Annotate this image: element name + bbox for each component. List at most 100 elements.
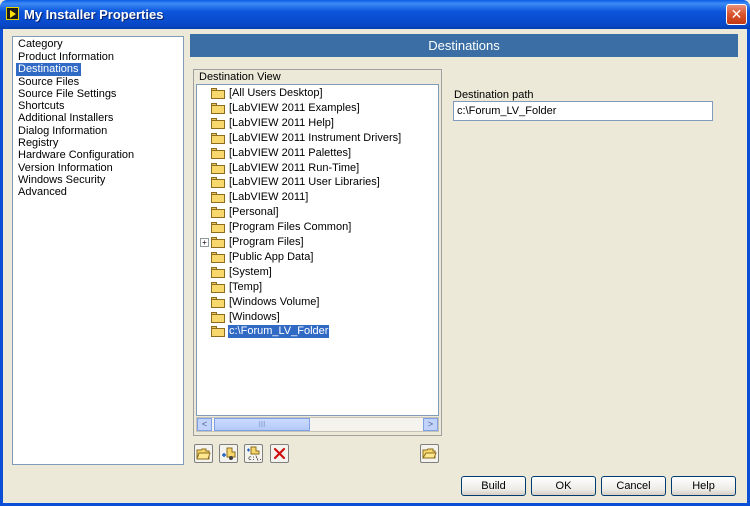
tree-item[interactable]: [LabVIEW 2011 User Libraries] <box>197 175 438 190</box>
window-frame-left <box>0 29 3 506</box>
folder-icon <box>211 207 225 219</box>
folder-icon <box>211 162 225 174</box>
destination-path-input[interactable] <box>453 101 713 121</box>
tree-item[interactable]: [LabVIEW 2011 Instrument Drivers] <box>197 131 438 146</box>
folder-icon <box>211 102 225 114</box>
ok-button[interactable]: OK <box>531 476 596 496</box>
folder-icon <box>211 266 225 278</box>
delete-icon <box>273 447 286 460</box>
tree-item[interactable]: [Windows Volume] <box>197 295 438 310</box>
folder-icon <box>211 192 225 204</box>
tree-item-label: [System] <box>229 265 272 278</box>
tree-item[interactable]: [LabVIEW 2011 Palettes] <box>197 146 438 161</box>
folder-icon <box>211 326 225 338</box>
horizontal-scrollbar[interactable]: < III > <box>196 417 439 432</box>
tree-item[interactable]: + [Program Files] <box>197 235 438 250</box>
category-item-label: Source Files <box>18 75 80 88</box>
tree-item-label: [LabVIEW 2011 Run-Time] <box>229 161 360 174</box>
destination-view-label: Destination View <box>199 71 281 83</box>
destination-tree[interactable]: [All Users Desktop] [LabVIEW 2011 Example… <box>196 84 439 416</box>
destination-path-label: Destination path <box>454 89 534 101</box>
tree-item[interactable]: [System] <box>197 265 438 280</box>
category-item[interactable]: Source Files <box>13 76 183 88</box>
category-item[interactable]: Windows Security <box>13 174 183 186</box>
category-item-label: Windows Security <box>18 173 106 186</box>
category-item-label: Source File Settings <box>18 87 117 100</box>
scroll-left-button[interactable]: < <box>197 418 212 431</box>
tree-item[interactable]: [LabVIEW 2011 Examples] <box>197 101 438 116</box>
folder-icon <box>211 237 225 248</box>
open-folder-icon <box>422 448 437 459</box>
tree-item-label: [LabVIEW 2011 Help] <box>229 116 334 129</box>
add-destination-icon <box>222 447 236 460</box>
category-item[interactable]: Registry <box>13 137 183 149</box>
svg-text:c:\..: c:\.. <box>248 455 261 461</box>
folder-icon <box>211 222 225 234</box>
category-item[interactable]: Product Information <box>13 51 183 63</box>
category-item[interactable]: Hardware Configuration <box>13 149 183 161</box>
tree-item-label: [LabVIEW 2011 Palettes] <box>229 146 352 159</box>
category-item-label: Registry <box>18 137 59 150</box>
category-item-label: Advanced <box>18 186 67 199</box>
category-item-label: Hardware Configuration <box>18 149 135 162</box>
tree-item[interactable]: [All Users Desktop] <box>197 86 438 101</box>
folder-icon <box>211 311 225 323</box>
tree-item-label: [Windows] <box>229 310 280 323</box>
category-item-label: Additional Installers <box>18 112 114 125</box>
tree-item-label: [Public App Data] <box>229 250 314 263</box>
tree-item-label: [LabVIEW 2011 Examples] <box>229 101 360 114</box>
tree-item[interactable]: [LabVIEW 2011 Help] <box>197 116 438 131</box>
category-list[interactable]: Category Product Information Destinations… <box>12 36 184 465</box>
folder-icon <box>211 251 225 263</box>
delete-destination-button[interactable] <box>270 444 289 463</box>
add-folder-button[interactable] <box>194 444 213 463</box>
folder-icon <box>211 88 225 99</box>
expand-icon[interactable]: + <box>200 238 209 247</box>
tree-item-label: [Windows Volume] <box>229 295 320 308</box>
folder-icon <box>211 177 225 189</box>
tree-item[interactable]: c:\Forum_LV_Folder <box>197 324 438 339</box>
category-header: Category <box>18 38 63 50</box>
help-button[interactable]: Help <box>671 476 736 496</box>
tree-item[interactable]: [Personal] <box>197 205 438 220</box>
browse-folder-button[interactable] <box>420 444 439 463</box>
scroll-right-button[interactable]: > <box>423 418 438 431</box>
folder-icon <box>211 296 225 308</box>
tree-item-label: [Program Files] <box>229 236 304 248</box>
build-button[interactable]: Build <box>461 476 526 496</box>
cancel-button[interactable]: Cancel <box>601 476 666 496</box>
category-item[interactable]: Dialog Information <box>13 125 183 137</box>
scroll-thumb[interactable]: III <box>214 418 310 431</box>
add-path-destination-button[interactable]: c:\.. <box>244 444 263 463</box>
tree-item[interactable]: [LabVIEW 2011] <box>197 190 438 205</box>
tree-item[interactable]: [Public App Data] <box>197 250 438 265</box>
tree-item-label: c:\Forum_LV_Folder <box>228 325 330 339</box>
tree-item[interactable]: [Temp] <box>197 280 438 295</box>
tree-item-label: [Program Files Common] <box>229 221 352 234</box>
tree-item[interactable]: [Windows] <box>197 310 438 325</box>
tree-item[interactable]: [LabVIEW 2011 Run-Time] <box>197 161 438 176</box>
tree-item-label: [LabVIEW 2011] <box>229 191 309 204</box>
folder-icon <box>211 147 225 159</box>
window-title: My Installer Properties <box>24 7 164 22</box>
title-bar[interactable]: My Installer Properties ✕ <box>0 0 750 29</box>
new-folder-icon <box>196 448 211 460</box>
category-item[interactable]: Additional Installers <box>13 112 183 124</box>
category-item[interactable]: Source File Settings <box>13 88 183 100</box>
tree-item-label: [Personal] <box>229 206 279 219</box>
category-item[interactable]: Shortcuts <box>13 100 183 112</box>
category-item[interactable]: Version Information <box>13 162 183 174</box>
category-item[interactable]: Advanced <box>13 186 183 198</box>
tree-item[interactable]: [Program Files Common] <box>197 220 438 235</box>
tree-item-label: [LabVIEW 2011 User Libraries] <box>229 176 380 189</box>
add-custom-destination-button[interactable] <box>219 444 238 463</box>
category-item-label: Product Information <box>18 51 114 63</box>
tree-item-label: [All Users Desktop] <box>229 87 323 99</box>
section-title: Destinations <box>190 34 738 57</box>
category-item-label: Destinations <box>16 63 81 76</box>
folder-icon <box>211 117 225 129</box>
add-path-icon: c:\.. <box>247 446 261 461</box>
folder-icon <box>211 281 225 293</box>
category-item[interactable]: Destinations <box>13 63 183 76</box>
close-button[interactable]: ✕ <box>726 4 747 25</box>
